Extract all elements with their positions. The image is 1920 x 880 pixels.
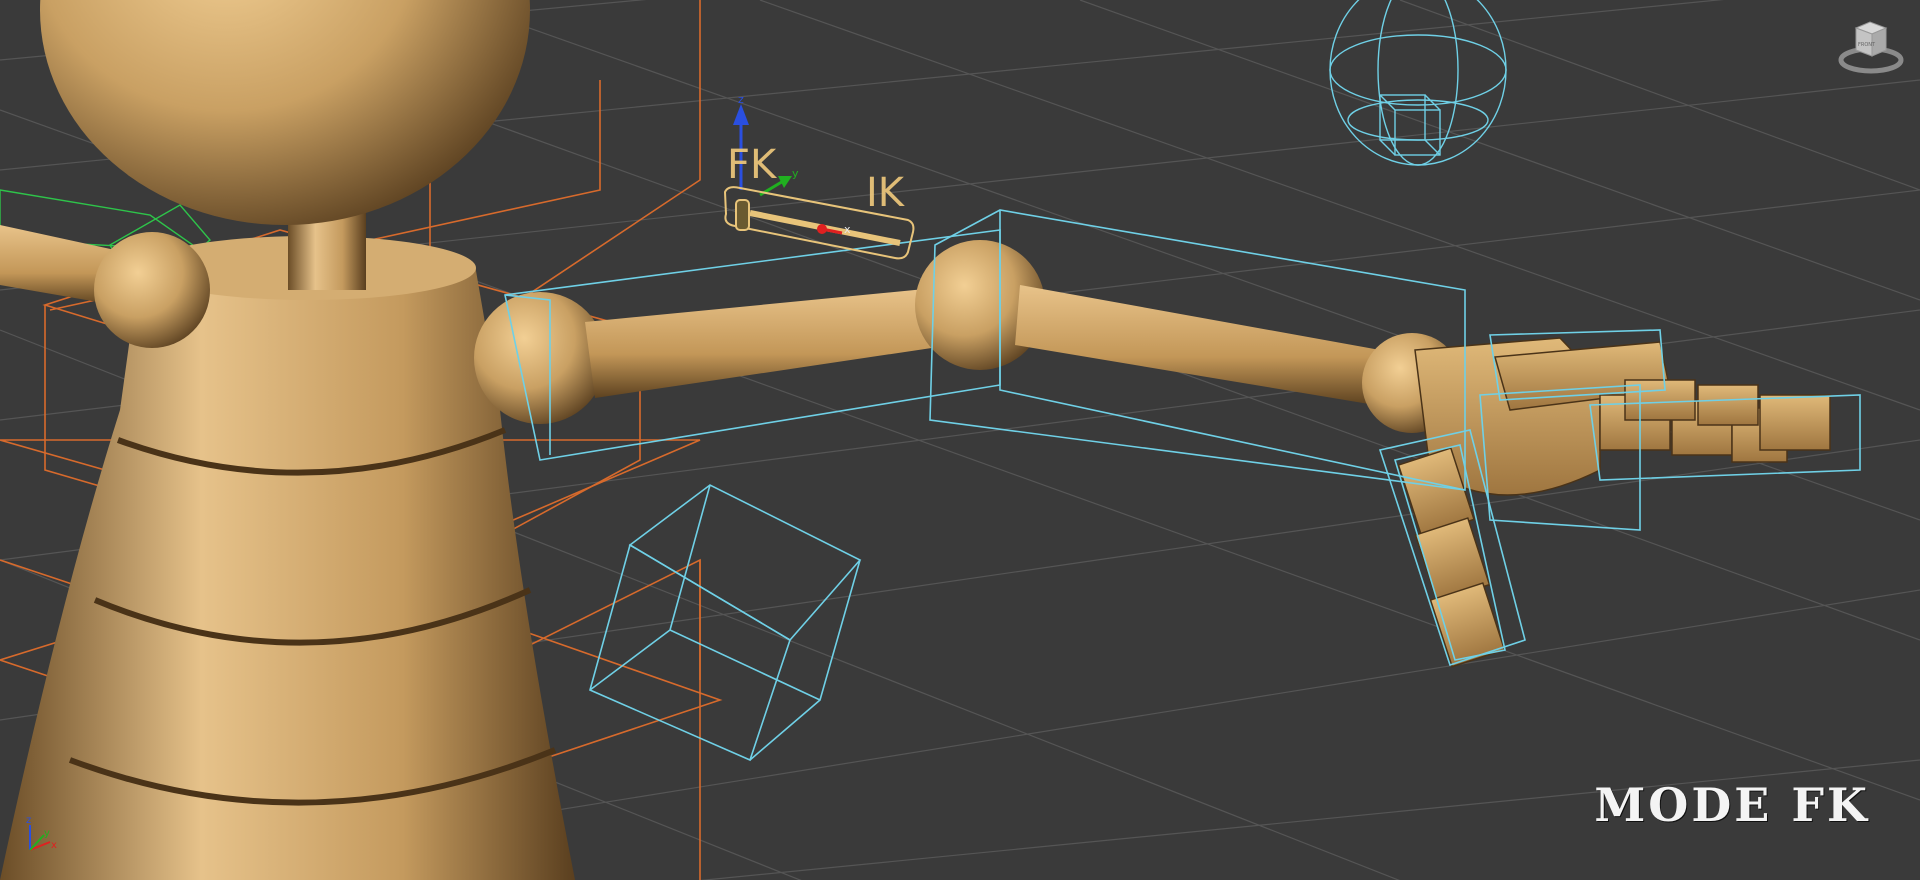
ik-target-cube[interactable] [589,484,862,762]
mode-indicator-label: MODE FK [1594,778,1870,832]
gizmo-z-label: z [738,93,744,106]
gizmo-x-label: x [844,223,851,236]
world-z-label: z [26,815,31,826]
mannequin-body[interactable] [0,0,1462,880]
world-x-label: x [51,840,57,851]
3d-viewport[interactable]: z y x z y x [0,0,1920,880]
world-y-label: y [44,828,50,839]
viewcube[interactable]: FRONT [1836,14,1906,80]
viewcube-front-label: FRONT [1858,42,1876,48]
gizmo-y-label: y [792,167,799,180]
wire-sphere-helper[interactable] [1329,0,1507,166]
fk-switch-label: FK [727,142,777,188]
ik-switch-label: IK [866,170,905,216]
